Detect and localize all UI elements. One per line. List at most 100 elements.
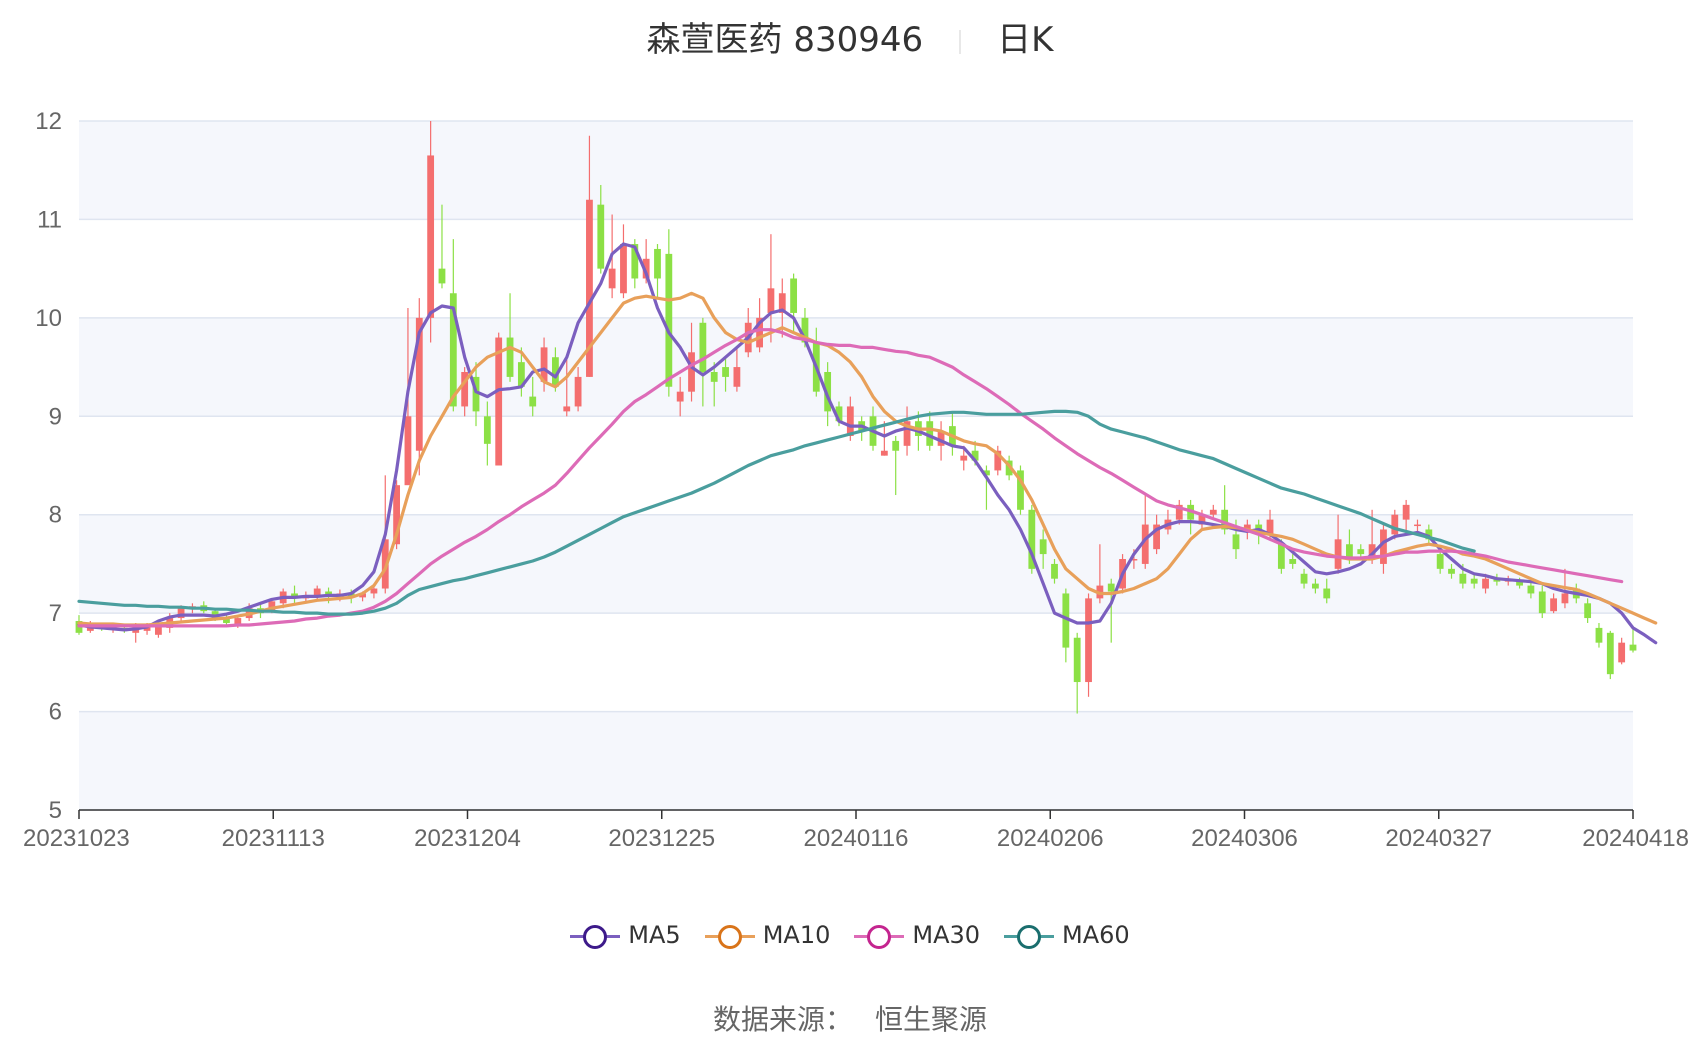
candle-up — [1141, 495, 1149, 569]
candle-body — [438, 268, 446, 284]
candle-body — [483, 416, 491, 444]
candle-body — [892, 440, 900, 451]
data-source-label: 数据来源： — [712, 1003, 853, 1036]
candle-down — [1062, 588, 1070, 663]
y-tick-label: 7 — [49, 600, 62, 627]
grid-band — [79, 121, 1633, 220]
candle-body — [1107, 583, 1115, 592]
candle-down — [1073, 632, 1081, 714]
y-tick-label: 6 — [49, 699, 62, 726]
candle-body — [1085, 598, 1092, 683]
candle-up — [620, 224, 627, 299]
legend-item-ma60[interactable]: MA60 — [1004, 921, 1130, 949]
candle-body — [1482, 578, 1489, 589]
candle-body — [574, 376, 582, 407]
y-tick-label: 10 — [35, 305, 62, 332]
candle-body — [1584, 603, 1592, 619]
candle-body — [790, 278, 798, 313]
y-tick-label: 9 — [49, 403, 62, 430]
x-tick-label: 20231204 — [414, 825, 521, 852]
x-tick-label: 20240418 — [1582, 825, 1689, 852]
y-tick-label: 8 — [49, 502, 62, 529]
candle-body — [1629, 644, 1637, 651]
candle-down — [1595, 622, 1603, 648]
candle-body — [1357, 549, 1365, 555]
grid-band — [79, 711, 1633, 810]
legend-marker — [1017, 925, 1042, 949]
legend-item-ma10[interactable]: MA10 — [704, 921, 831, 949]
x-tick-label: 20231225 — [608, 825, 715, 852]
candle-body — [529, 396, 537, 407]
candle-body — [1459, 573, 1467, 584]
candle-body — [1527, 585, 1535, 594]
candle-body — [880, 450, 888, 456]
candle-body — [722, 367, 729, 377]
y-tick-label: 12 — [35, 108, 62, 135]
candle-body — [699, 322, 707, 372]
x-tick-label: 20231113 — [222, 825, 325, 852]
candle-body — [1595, 627, 1603, 643]
legend-swatch — [570, 924, 621, 949]
candle-body — [676, 391, 684, 402]
candle-body — [1402, 504, 1410, 520]
candle-body — [846, 406, 854, 436]
candle-down — [654, 244, 661, 299]
candle-body — [427, 155, 435, 318]
candle-up — [1618, 637, 1626, 665]
candle-body — [1209, 509, 1217, 515]
candle-body — [597, 204, 605, 269]
legend-swatch — [1004, 924, 1055, 949]
candle-body — [960, 455, 968, 461]
candle-body — [1391, 514, 1399, 535]
candle-down — [1017, 465, 1024, 515]
legend-marker — [583, 925, 608, 949]
candle-body — [1448, 568, 1455, 574]
candle-body — [563, 406, 571, 412]
candle-down — [1629, 627, 1637, 653]
candle-body — [688, 352, 695, 392]
legend-swatch — [854, 924, 905, 949]
candle-body — [1277, 544, 1285, 569]
candle-body — [608, 268, 616, 289]
y-tick-label: 5 — [49, 797, 62, 824]
legend-item-ma30[interactable]: MA30 — [854, 921, 980, 949]
candle-down — [665, 229, 673, 397]
candle-body — [495, 337, 503, 466]
candle-body — [1550, 598, 1558, 612]
candle-up — [1085, 593, 1092, 697]
grid-bands — [79, 121, 1633, 810]
grid-lines — [79, 120, 1633, 811]
x-axis: 20231023 20231113 20231204 20231225 20240116… — [23, 809, 1689, 852]
candle-body — [506, 337, 514, 377]
candle-body — [1618, 642, 1626, 663]
candle-body — [665, 253, 673, 387]
candle-body — [1300, 573, 1308, 584]
candle-body — [1323, 588, 1331, 599]
candle-body — [1538, 591, 1546, 614]
candle-body — [1289, 559, 1297, 564]
candle-body — [1414, 524, 1421, 527]
legend-label: MA10 — [762, 921, 831, 949]
candle-body — [313, 588, 321, 596]
candle-down — [506, 293, 514, 382]
candle-body — [404, 416, 412, 486]
x-tick-label: 20240206 — [997, 825, 1104, 852]
legend-label: MA5 — [628, 921, 681, 949]
legend-label: MA30 — [912, 921, 981, 949]
legend-label: MA60 — [1062, 921, 1130, 949]
legend-item-ma5[interactable]: MA5 — [570, 921, 681, 949]
x-tick-label: 20240116 — [804, 825, 909, 852]
candle-body — [1436, 554, 1444, 569]
candle-body — [710, 371, 718, 382]
legend: MA5 MA10 MA30 MA60 — [0, 920, 1700, 949]
candle-body — [370, 588, 378, 594]
candle-body — [1334, 539, 1342, 569]
legend-swatch — [704, 924, 755, 949]
candle-body — [620, 244, 627, 294]
candle-body — [1039, 539, 1047, 555]
candle-down — [892, 435, 900, 496]
candle-body — [1311, 583, 1319, 589]
candle-body — [767, 288, 775, 313]
candle-up — [415, 298, 423, 476]
x-tick-label: 20240306 — [1191, 825, 1298, 852]
